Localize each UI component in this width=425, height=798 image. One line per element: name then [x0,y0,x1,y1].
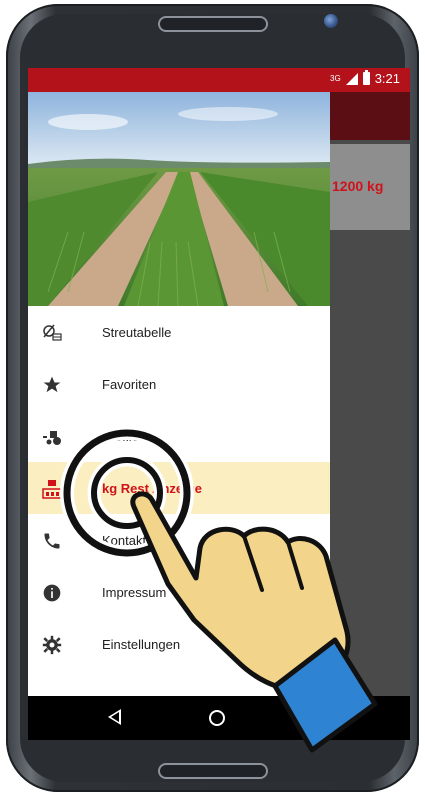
system-navigation-bar [28,696,410,740]
rest-weight-card[interactable]: 1200 kg [330,144,410,230]
battery-icon [362,70,370,85]
bottom-speaker [158,763,268,779]
app-bar [330,92,410,140]
menu-item-label: Impressum [102,585,167,600]
navigation-drawer: Streutabelle Favoriten Profile kg Rest A… [28,92,330,696]
status-time: 3:21 [374,71,400,86]
gear-icon [42,635,62,655]
menu-item-favoriten[interactable]: Favoriten [28,358,330,410]
phone-icon [42,531,62,551]
menu-item-label: Profile [102,429,139,444]
menu-item-einstellungen[interactable]: Einstellungen [28,618,330,670]
phone-screen: 3G 3:21 1200 kg Streutabelle Favoriten P… [28,68,410,740]
earpiece-speaker [158,16,268,32]
scale-weight-icon [42,479,62,499]
drawer-header-image [28,92,330,306]
tractor-icon [42,427,62,447]
back-icon[interactable] [108,709,121,725]
menu-item-label: kg Rest Anzeige [102,481,202,496]
star-icon [42,375,62,395]
menu-item-kontakt[interactable]: Kontakt [28,514,330,566]
menu-item-label: Einstellungen [102,637,181,652]
network-type: 3G [330,74,341,83]
menu-item-impressum[interactable]: Impressum [28,566,330,618]
spread-table-icon [42,323,62,343]
menu-item-label: Streutabelle [102,325,172,340]
drawer-menu: Streutabelle Favoriten Profile kg Rest A… [28,306,330,670]
status-bar: 3G 3:21 [28,68,410,92]
menu-item-profile[interactable]: Profile [28,410,330,462]
menu-item-label: Kontakt [102,533,147,548]
menu-item-streutabelle[interactable]: Streutabelle [28,306,330,358]
front-camera [324,14,338,28]
home-icon[interactable] [209,710,225,726]
info-icon [42,583,62,603]
signal-icon [345,72,358,85]
menu-item-kg-rest-anzeige[interactable]: kg Rest Anzeige [28,462,330,514]
recent-apps-icon[interactable] [316,710,332,726]
menu-item-label: Favoriten [102,377,157,392]
rest-weight-value: 1200 kg [332,178,384,194]
